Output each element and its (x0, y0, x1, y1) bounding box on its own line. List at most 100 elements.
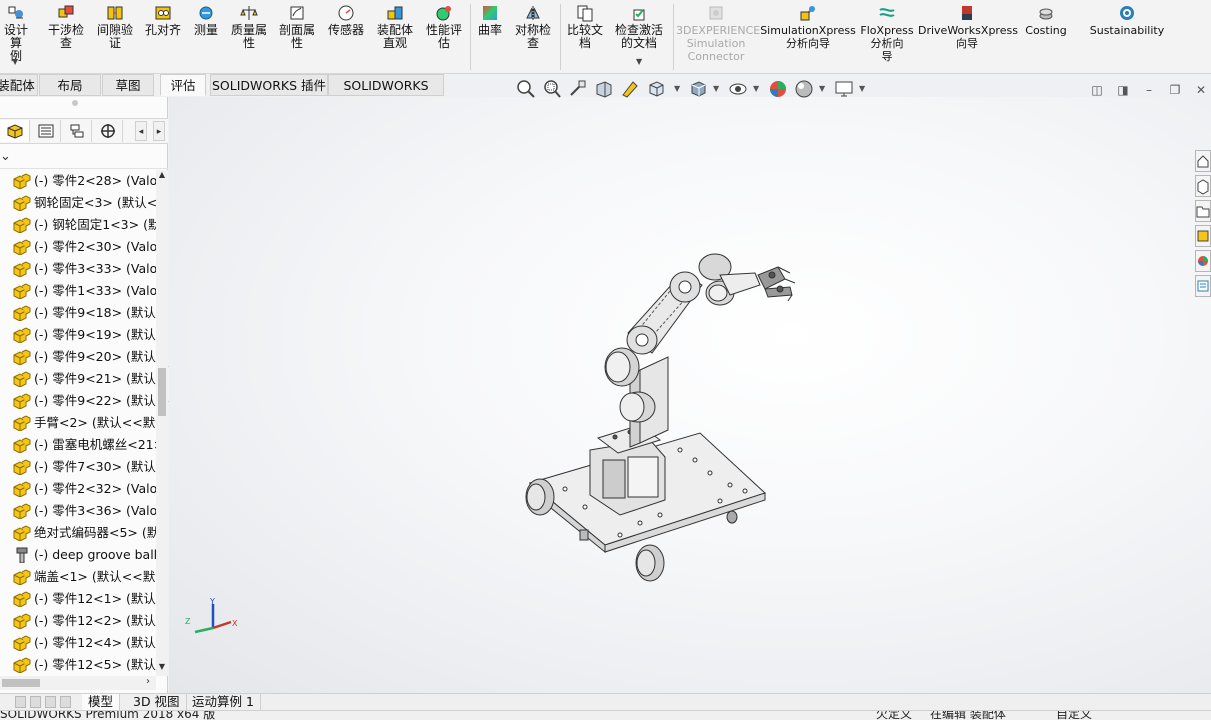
tree-item[interactable]: (-) 零件1<33> (Valor (0, 280, 156, 302)
interference-check-button[interactable]: 干涉检 查 (44, 4, 88, 50)
tree-horizontal-scrollbar[interactable]: › (0, 676, 156, 690)
chevron-right-icon[interactable]: ▸ (153, 121, 165, 141)
custom-properties-tab[interactable] (1195, 275, 1211, 297)
curvature-button[interactable]: 曲率 (475, 4, 505, 37)
tree-item[interactable]: 端盖<1> (默认<<默认 (0, 566, 156, 588)
panel-handle[interactable] (72, 100, 78, 106)
section-view-button[interactable] (593, 78, 615, 100)
chevron-down-icon[interactable]: ▼ (753, 84, 759, 93)
tree-item[interactable]: (-) 零件9<19> (默认< (0, 324, 156, 346)
tree-item[interactable]: (-) 零件3<33> (Valor (0, 258, 156, 280)
simulationxpress-button[interactable]: SimulationXpress 分析向导 (760, 4, 856, 50)
costing-button[interactable]: Costing (1022, 4, 1070, 37)
tab-evaluate[interactable]: 评估 (160, 74, 206, 96)
chevron-left-icon[interactable]: ◂ (135, 121, 147, 141)
section-properties-button[interactable]: 剖面属 性 (275, 4, 319, 50)
file-explorer-tab[interactable] (1195, 200, 1211, 222)
symmetry-check-button[interactable]: 对称检 查 (511, 4, 555, 50)
tree-item[interactable]: (-) 零件12<5> (默认< (0, 654, 156, 676)
mass-properties-button[interactable]: 质量属 性 (227, 4, 271, 50)
previous-view-button[interactable] (567, 78, 589, 100)
dimxpert-tab[interactable] (93, 120, 123, 142)
tree-item[interactable]: (-) 零件12<4> (默认< (0, 632, 156, 654)
chevron-down-icon[interactable]: ▼ (674, 84, 680, 93)
tree-item[interactable]: (-) 零件7<30> (默认< (0, 456, 156, 478)
tree-item[interactable]: (-) 零件12<2> (默认< (0, 610, 156, 632)
tree-item[interactable]: (-) 零件9<22> (默认< (0, 390, 156, 412)
propertymanager-tab[interactable] (31, 120, 61, 142)
chevron-down-icon[interactable]: ▼ (12, 57, 18, 66)
measure-button[interactable]: 测量 (189, 4, 223, 37)
first-tab-button[interactable] (15, 696, 26, 708)
robot-arm-model[interactable] (510, 245, 800, 590)
performance-evaluation-button[interactable]: 性能评 估 (422, 4, 466, 50)
tree-item[interactable]: (-) 零件9<21> (默认< (0, 368, 156, 390)
filter-icon[interactable]: ⌄ (0, 149, 11, 164)
chevron-down-icon[interactable]: ▼ (859, 84, 865, 93)
floxpress-button[interactable]: FloXpress 分析向 导 (858, 4, 916, 63)
hide-show-items-button[interactable] (727, 78, 749, 100)
tab-motion-study-1[interactable]: 运动算例 1 (186, 694, 261, 710)
view-palette-tab[interactable] (1195, 225, 1211, 247)
tab-3d-view[interactable]: 3D 视图 (127, 694, 187, 710)
previous-tab-button[interactable] (30, 696, 41, 708)
tree-item[interactable]: (-) 零件2<30> (Valor (0, 236, 156, 258)
chevron-down-icon[interactable]: ▼ (636, 57, 642, 66)
zoom-to-fit-button[interactable] (515, 78, 537, 100)
tree-item[interactable]: (-) 零件3<36> (Valor (0, 500, 156, 522)
tree-item[interactable]: (-) 零件2<28> (Valor (0, 170, 156, 192)
tab-solidworks-mbd[interactable]: SOLIDWORKS MBD (328, 74, 444, 114)
last-tab-button[interactable] (60, 696, 71, 708)
restore-icon[interactable]: ❐ (1168, 83, 1182, 97)
tab-sketch[interactable]: 草图 (102, 74, 154, 96)
appearances-tab[interactable] (1195, 250, 1211, 272)
apply-scene-button[interactable] (793, 78, 815, 100)
tree-item[interactable]: (-) 零件12<1> (默认< (0, 588, 156, 610)
tab-assembly[interactable]: 装配体 (0, 74, 38, 96)
minimize-icon[interactable]: – (1142, 83, 1156, 97)
zoom-to-area-button[interactable] (541, 78, 563, 100)
tree-item[interactable]: (-) 零件2<32> (Valor (0, 478, 156, 500)
tree-item[interactable]: 手臂<2> (默认<<默认 (0, 412, 156, 434)
tree-item[interactable]: (-) 零件9<20> (默认< (0, 346, 156, 368)
tile-right-icon[interactable]: ◨ (1116, 83, 1130, 97)
configurationmanager-tab[interactable] (62, 120, 92, 142)
dynamic-annotation-button[interactable] (619, 78, 641, 100)
status-units[interactable]: 自定义 (1056, 711, 1092, 720)
assembly-visualization-button[interactable]: 装配体 直观 (373, 4, 417, 50)
compare-documents-button[interactable]: 比较文 档 (563, 4, 607, 50)
scroll-right-icon[interactable]: › (146, 676, 150, 687)
clearance-verification-button[interactable]: 间隙验 证 (92, 4, 138, 50)
tab-solidworks-addins[interactable]: SOLIDWORKS 插件 (210, 74, 328, 96)
scroll-thumb[interactable] (2, 679, 40, 687)
scroll-down-icon[interactable]: ▼ (156, 662, 168, 676)
tree-filter[interactable]: ⌄ (0, 145, 168, 169)
tree-item[interactable]: 绝对式编码器<5> (默 (0, 522, 156, 544)
driveworksxpress-button[interactable]: DriveWorksXpress 向导 (918, 4, 1018, 50)
next-tab-button[interactable] (45, 696, 56, 708)
tree-item[interactable]: (-) 钢轮固定1<3> (默 (0, 214, 156, 236)
tree-item[interactable]: (-) 雷塞电机螺丝<21> (0, 434, 156, 456)
sensor-button[interactable]: 传感器 (324, 4, 368, 37)
edit-appearance-button[interactable] (767, 78, 789, 100)
display-style-button[interactable] (687, 78, 709, 100)
tab-layout[interactable]: 布局 (39, 74, 101, 96)
tree-vertical-scrollbar[interactable]: ▲ ▼ (156, 170, 168, 676)
close-icon[interactable]: ✕ (1194, 83, 1208, 97)
3dexperience-simulation-connector-button[interactable]: 3DEXPERIENCE Simulation Connector (676, 4, 760, 63)
tab-model[interactable]: 模型 (82, 694, 121, 710)
featuremanager-tab[interactable] (0, 120, 30, 142)
view-orientation-button[interactable] (645, 78, 667, 100)
scroll-thumb[interactable] (158, 368, 166, 416)
scroll-up-icon[interactable]: ▲ (156, 170, 168, 184)
design-library-tab[interactable] (1195, 175, 1211, 197)
chevron-down-icon[interactable]: ▼ (713, 84, 719, 93)
chevron-down-icon[interactable]: ▼ (819, 84, 825, 93)
tree-item[interactable]: 钢轮固定<3> (默认<< (0, 192, 156, 214)
check-active-document-button[interactable]: 检查激活 的文档 (611, 4, 667, 50)
design-study-button[interactable]: 设计算 例 (0, 4, 32, 63)
tile-left-icon[interactable]: ◫ (1090, 83, 1104, 97)
hole-alignment-button[interactable]: 孔对齐 (141, 4, 185, 37)
tree-item[interactable]: (-) 零件9<18> (默认< (0, 302, 156, 324)
tree-item[interactable]: (-) deep groove ball (0, 544, 156, 566)
